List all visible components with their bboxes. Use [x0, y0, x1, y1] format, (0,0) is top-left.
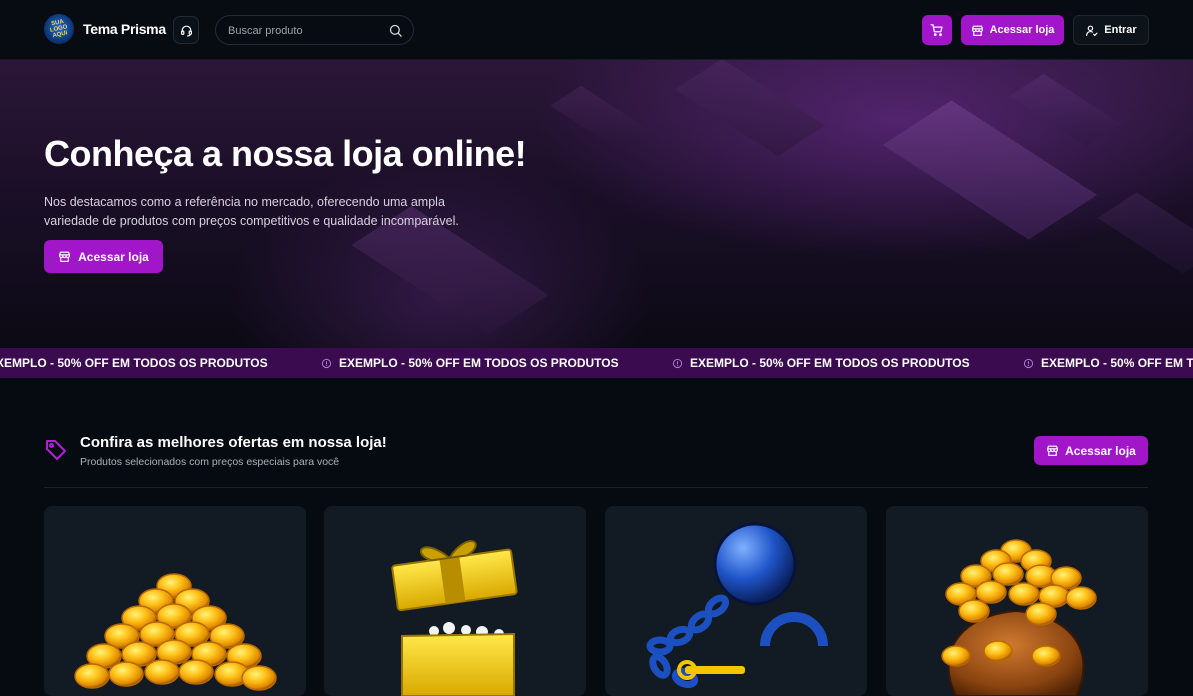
product-card[interactable]	[605, 506, 867, 696]
ball-and-chain-icon	[646, 522, 828, 689]
ticker-item: EXEMPLO - 50% OFF EM TODOS OS PRODUTOS	[0, 356, 268, 370]
promo-ticker: EXEMPLO - 50% OFF EM TODOS OS PRODUTOS E…	[0, 348, 1193, 378]
hero-description: Nos destacamos como a referência no merc…	[44, 195, 459, 228]
ticker-item: EXEMPLO - 50% OFF EM TODOS OS PRODUTOS	[321, 356, 619, 370]
ticker-text: EXEMPLO - 50% OFF EM TODOS OS PRODUTOS	[690, 356, 970, 370]
logo-text: SUA LOGO AQUI	[49, 18, 69, 40]
login-button[interactable]: Entrar	[1073, 15, 1149, 45]
search-icon[interactable]	[388, 23, 403, 38]
offers-store-button[interactable]: Acessar loja	[1034, 436, 1148, 465]
info-icon	[672, 358, 683, 368]
offers-store-label: Acessar loja	[1065, 443, 1136, 458]
cart-button[interactable]	[922, 15, 952, 45]
info-icon	[321, 358, 332, 368]
ticker-text: EXEMPLO - 50% OFF EM TODOS OS PRODUTOS	[1041, 356, 1193, 370]
support-button[interactable]	[173, 16, 199, 44]
store-icon	[1047, 445, 1059, 456]
store-icon	[971, 25, 983, 36]
hero-banner: Conheça a nossa loja online! Nos destaca…	[0, 60, 1193, 348]
ticker-item: EXEMPLO - 50% OFF EM TODOS OS PRODUTOS	[1023, 356, 1193, 370]
offers-subtitle: Produtos selecionados com preços especia…	[80, 456, 340, 468]
offers-title: Confira as melhores ofertas em nossa loj…	[80, 434, 387, 451]
coin-bag-icon	[941, 539, 1097, 696]
product-card[interactable]	[886, 506, 1148, 696]
info-icon	[1023, 358, 1034, 368]
user-icon	[1086, 25, 1098, 36]
cart-icon	[930, 24, 943, 37]
product-card[interactable]	[44, 506, 306, 696]
decorative-cube	[550, 85, 650, 151]
brand-name[interactable]: Tema Prisma	[83, 21, 166, 37]
coin-pile-icon	[74, 573, 277, 691]
search-bar	[215, 15, 414, 45]
hero-store-label: Acessar loja	[78, 249, 149, 264]
hero-store-button[interactable]: Acessar loja	[44, 240, 163, 273]
product-card[interactable]	[324, 506, 586, 696]
top-navbar: SUA LOGO AQUI Tema Prisma Acessar loja E…	[0, 0, 1193, 60]
decorative-cube	[1009, 73, 1121, 147]
header-store-button[interactable]: Acessar loja	[961, 15, 1064, 45]
headset-icon	[180, 25, 192, 37]
ticker-item: EXEMPLO - 50% OFF EM TODOS OS PRODUTOS	[672, 356, 970, 370]
header-store-label: Acessar loja	[989, 24, 1055, 36]
login-label: Entrar	[1104, 24, 1137, 36]
decorative-cube	[674, 60, 826, 157]
tag-icon	[46, 440, 66, 460]
section-divider	[44, 487, 1148, 488]
store-icon	[59, 251, 71, 262]
gift-box-icon	[391, 540, 518, 696]
search-input[interactable]	[228, 23, 388, 39]
hero-title: Conheça a nossa loja online!	[44, 133, 527, 174]
decorative-cube	[1097, 192, 1193, 274]
store-logo[interactable]: SUA LOGO AQUI	[44, 14, 74, 44]
ticker-text: EXEMPLO - 50% OFF EM TODOS OS PRODUTOS	[339, 356, 619, 370]
ticker-text: EXEMPLO - 50% OFF EM TODOS OS PRODUTOS	[0, 356, 268, 370]
